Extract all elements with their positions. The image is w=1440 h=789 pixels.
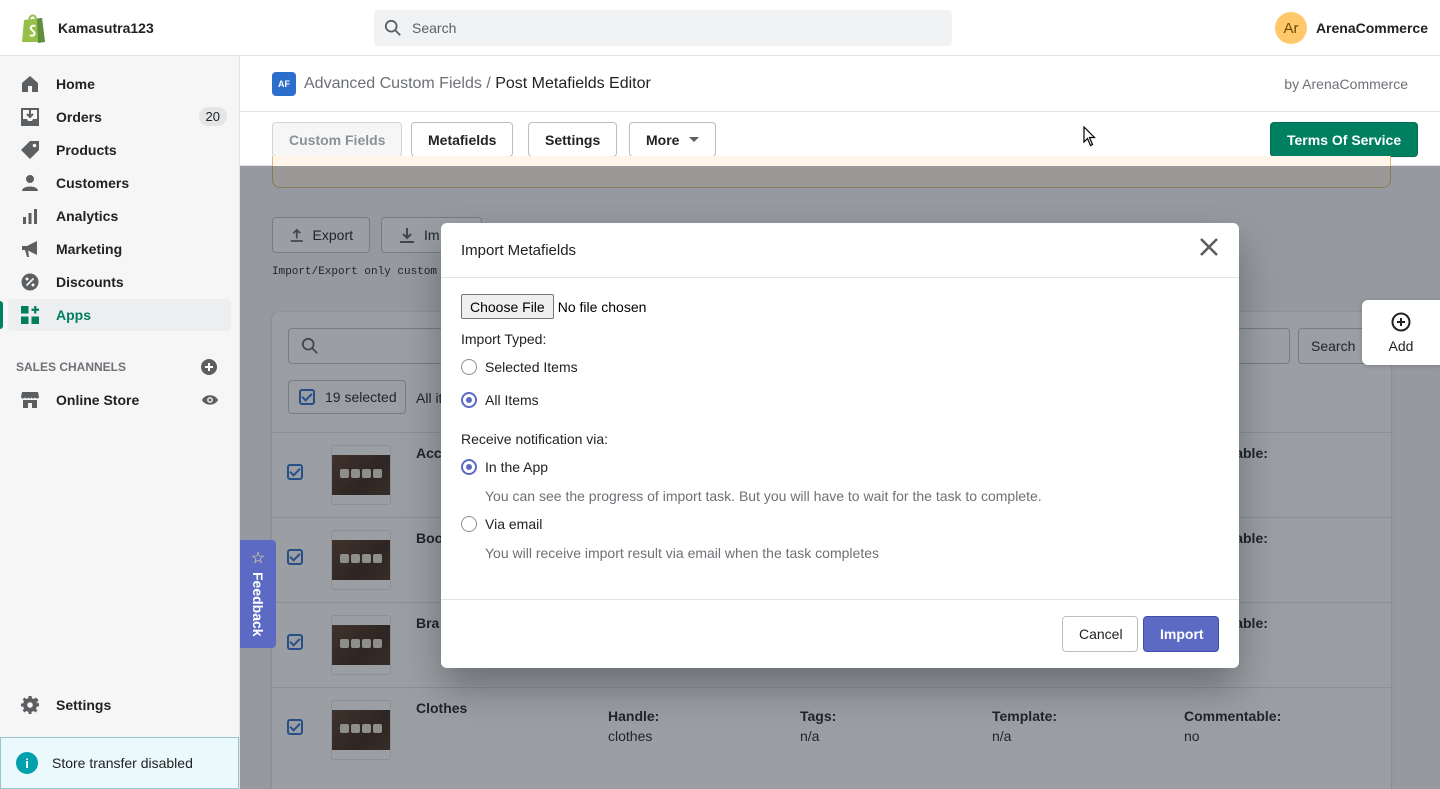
sidebar-item-label: Home <box>56 76 95 92</box>
orders-count-badge: 20 <box>198 107 227 126</box>
page-title: Post Metafields Editor <box>495 75 651 92</box>
import-submit-button[interactable]: Import <box>1143 616 1219 652</box>
modal-footer: Cancel Import <box>441 599 1239 668</box>
eye-icon[interactable] <box>201 391 219 409</box>
megaphone-icon <box>20 239 40 259</box>
file-status: No file chosen <box>557 298 647 315</box>
tag-icon <box>20 140 40 160</box>
discount-icon <box>20 272 40 292</box>
sales-channels-title: SALES CHANNELS <box>16 360 127 374</box>
sidebar-item-label: Online Store <box>56 392 140 408</box>
modal-header: Import Metafields <box>441 223 1239 278</box>
store-transfer-text: Store transfer disabled <box>52 755 193 771</box>
avatar: Ar <box>1274 12 1307 44</box>
breadcrumb: Advanced Custom Fields / Post Metafields… <box>304 75 651 93</box>
radio-label: All Items <box>485 392 539 408</box>
search-icon <box>384 19 401 36</box>
gear-icon <box>20 695 40 715</box>
sidebar-item-orders[interactable]: Orders 20 <box>8 101 231 133</box>
store-icon <box>20 390 40 410</box>
sidebar-item-label: Customers <box>56 175 130 191</box>
caret-down-icon <box>689 137 700 142</box>
sidebar-item-customers[interactable]: Customers <box>8 167 231 199</box>
radio-in-app[interactable]: In the App <box>461 459 548 475</box>
in-app-help-text: You can see the progress of import task.… <box>485 488 1042 504</box>
store-switcher[interactable]: Kamasutra123 <box>20 12 154 44</box>
sidebar-item-label: Analytics <box>56 208 119 224</box>
add-label: Add <box>1388 337 1414 354</box>
star-icon: ☆ <box>250 550 266 567</box>
mouse-cursor-icon <box>1083 126 1096 147</box>
radio-selected-items[interactable]: Selected Items <box>461 359 578 375</box>
info-icon: i <box>16 752 38 774</box>
sidebar-item-label: Discounts <box>56 274 124 290</box>
settings-button[interactable]: Settings <box>528 122 618 157</box>
sidebar: Home Orders 20 Products Customers Analyt… <box>0 56 240 789</box>
radio-unchecked-icon[interactable] <box>461 516 477 532</box>
terms-of-service-button[interactable]: Terms Of Service <box>1270 122 1419 157</box>
breadcrumb-parent[interactable]: Advanced Custom Fields <box>304 75 482 92</box>
plus-circle-icon <box>1391 312 1411 331</box>
home-icon <box>20 74 40 94</box>
sidebar-item-label: Products <box>56 142 117 158</box>
bar-chart-icon <box>20 206 40 226</box>
feedback-tab[interactable]: ☆ Feedback <box>240 540 276 648</box>
app-header: AF Advanced Custom Fields / Post Metafie… <box>240 56 1440 112</box>
sidebar-item-online-store[interactable]: Online Store <box>8 384 231 416</box>
choose-file-button[interactable]: Choose File <box>461 294 554 319</box>
sidebar-item-label: Orders <box>56 109 102 125</box>
more-button-label: More <box>646 131 680 148</box>
radio-all-items[interactable]: All Items <box>461 392 539 408</box>
radio-checked-icon[interactable] <box>461 459 477 475</box>
radio-checked-icon[interactable] <box>461 392 477 408</box>
sidebar-item-label: Apps <box>56 307 91 323</box>
email-help-text: You will receive import result via email… <box>485 545 879 561</box>
close-icon[interactable] <box>1197 235 1221 259</box>
feedback-label: Feedback <box>250 572 266 637</box>
global-search[interactable] <box>374 10 952 46</box>
radio-unchecked-icon[interactable] <box>461 359 477 375</box>
top-bar: Kamasutra123 Ar ArenaCommerce <box>0 0 1440 56</box>
cancel-button[interactable]: Cancel <box>1062 616 1138 652</box>
radio-label: Via email <box>485 516 543 532</box>
radio-label: In the App <box>485 459 549 475</box>
search-input[interactable] <box>412 20 932 36</box>
app-logo-icon: AF <box>272 72 296 96</box>
sidebar-item-analytics[interactable]: Analytics <box>8 200 231 232</box>
orders-icon <box>20 107 40 127</box>
breadcrumb-separator: / <box>486 75 491 92</box>
file-picker: Choose File No file chosen <box>461 294 646 319</box>
radio-via-email[interactable]: Via email <box>461 516 542 532</box>
sidebar-item-label: Marketing <box>56 241 123 257</box>
modal-title: Import Metafields <box>461 242 577 259</box>
sidebar-item-discounts[interactable]: Discounts <box>8 266 231 298</box>
add-sales-channel-icon[interactable] <box>200 358 218 376</box>
sidebar-item-apps[interactable]: Apps <box>0 299 231 331</box>
radio-label: Selected Items <box>485 359 578 375</box>
import-metafields-modal: Import Metafields Choose File No file ch… <box>441 223 1239 668</box>
custom-fields-button[interactable]: Custom Fields <box>272 122 403 157</box>
sidebar-item-marketing[interactable]: Marketing <box>8 233 231 265</box>
user-menu[interactable]: Ar ArenaCommerce <box>1274 12 1428 44</box>
sidebar-item-home[interactable]: Home <box>8 68 231 100</box>
store-name: Kamasutra123 <box>58 20 154 36</box>
more-button[interactable]: More <box>629 122 717 157</box>
shopify-bag-icon <box>22 14 45 43</box>
notify-label: Receive notification via: <box>461 431 609 447</box>
import-typed-label: Import Typed: <box>461 331 547 347</box>
metafields-button[interactable]: Metafields <box>411 122 514 157</box>
add-floating-button[interactable]: Add <box>1362 300 1440 365</box>
sidebar-item-products[interactable]: Products <box>8 134 231 166</box>
user-name: ArenaCommerce <box>1315 20 1428 36</box>
store-transfer-banner: i Store transfer disabled <box>0 737 239 789</box>
sidebar-item-label: Settings <box>56 697 112 713</box>
app-byline: by ArenaCommerce <box>1284 76 1408 92</box>
sidebar-item-settings[interactable]: Settings <box>8 689 231 721</box>
person-icon <box>20 173 40 193</box>
apps-icon <box>20 305 40 325</box>
